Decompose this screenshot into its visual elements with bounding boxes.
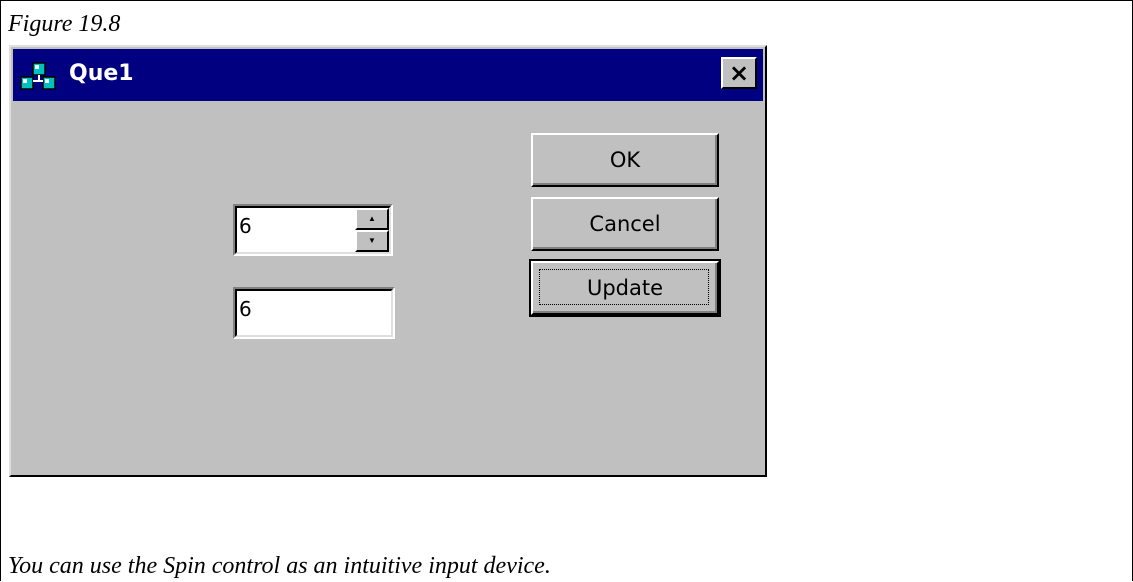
cancel-button[interactable]: Cancel	[531, 197, 719, 251]
title-bar[interactable]: Que1 ×	[13, 49, 763, 101]
spin-up-arrow-icon: ▲	[368, 214, 376, 223]
close-button[interactable]: ×	[721, 57, 757, 89]
cancel-button-label: Cancel	[589, 212, 661, 236]
spin-down-button[interactable]: ▼	[355, 230, 389, 252]
value-input[interactable]: 6	[233, 287, 395, 339]
update-button[interactable]: Update	[529, 259, 721, 317]
value-input-value: 6	[239, 297, 252, 321]
spin-down-arrow-icon: ▼	[368, 236, 376, 245]
dialog-window: Que1 × 6 ▲ ▼ 6 OK Cancel Update	[9, 45, 767, 477]
close-icon: ×	[728, 59, 750, 87]
app-cubes-icon	[20, 62, 56, 90]
figure-label: Figure 19.8	[8, 11, 121, 37]
spin-up-button[interactable]: ▲	[355, 208, 389, 230]
ok-button-label: OK	[609, 148, 641, 172]
update-button-label: Update	[586, 276, 664, 300]
dialog-title: Que1	[69, 61, 134, 86]
ok-button[interactable]: OK	[531, 133, 719, 187]
figure-caption: You can use the Spin control as an intui…	[8, 553, 551, 579]
spin-input[interactable]: 6 ▲ ▼	[233, 204, 393, 256]
spin-buttons: ▲ ▼	[355, 208, 389, 252]
value-input-border	[235, 289, 393, 337]
spin-input-value: 6	[239, 214, 252, 238]
